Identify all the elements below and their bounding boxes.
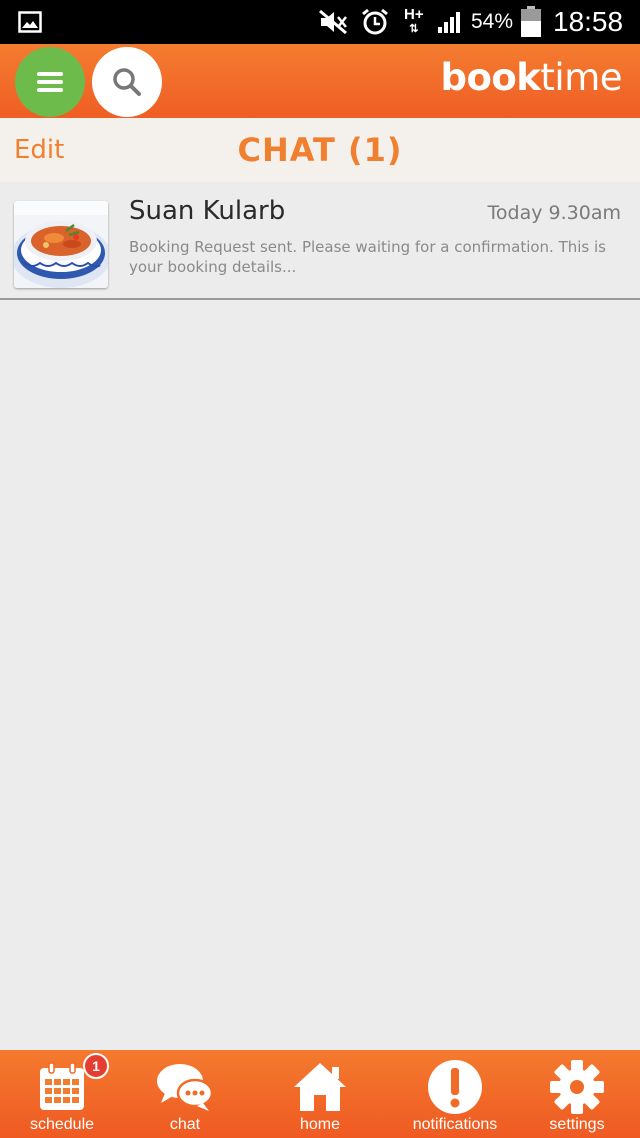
- nav-chat[interactable]: chat: [140, 1050, 230, 1138]
- network-type-label: H+ ⇅: [404, 6, 424, 35]
- search-button[interactable]: [92, 47, 162, 117]
- gallery-icon: [18, 0, 42, 44]
- nav-notifications[interactable]: notifications: [400, 1050, 510, 1138]
- battery-percent: 54%: [471, 10, 514, 33]
- app-header: booktime: [0, 44, 640, 118]
- nav-chat-label: chat: [169, 1116, 201, 1133]
- signal-icon: [436, 0, 466, 44]
- title-bar: CHAT (1) Edit: [0, 118, 640, 182]
- nav-notifications-label: notifications: [412, 1116, 498, 1133]
- edit-button[interactable]: Edit: [14, 118, 64, 182]
- chat-bubbles-icon: [155, 1058, 215, 1116]
- chat-message-preview: Booking Request sent. Please waiting for…: [129, 238, 606, 276]
- hamburger-icon: [37, 68, 63, 96]
- nav-settings-label: settings: [549, 1116, 605, 1133]
- page-title: CHAT (1): [237, 131, 403, 169]
- nav-home[interactable]: home: [275, 1050, 365, 1138]
- bottom-navigation: 1 schedule chat home notifications setti…: [0, 1050, 640, 1138]
- calendar-icon: 1: [37, 1053, 109, 1116]
- search-icon: [113, 68, 141, 96]
- brand-logo: booktime: [440, 56, 622, 99]
- gear-icon: [549, 1058, 605, 1116]
- menu-button[interactable]: [15, 47, 85, 117]
- exclamation-icon: [427, 1058, 483, 1116]
- chat-list-item[interactable]: Suan Kularb Today 9.30am Booking Request…: [0, 182, 640, 300]
- alarm-icon: [360, 0, 390, 44]
- nav-home-label: home: [299, 1116, 341, 1133]
- chat-list: Suan Kularb Today 9.30am Booking Request…: [0, 182, 640, 300]
- nav-schedule-label: schedule: [29, 1116, 95, 1133]
- nav-schedule[interactable]: 1 schedule: [16, 1050, 109, 1138]
- restaurant-thumbnail: [14, 201, 108, 288]
- home-icon: [292, 1058, 348, 1116]
- battery-icon: [520, 0, 542, 44]
- chat-contact-name: Suan Kularb: [129, 196, 286, 226]
- chat-timestamp: Today 9.30am: [487, 202, 621, 224]
- nav-settings[interactable]: settings: [532, 1050, 622, 1138]
- clock-time: 18:58: [553, 6, 624, 37]
- schedule-badge: 1: [83, 1053, 109, 1079]
- mute-icon: [318, 0, 348, 44]
- status-bar: H+ ⇅ 54% 18:58: [0, 0, 640, 44]
